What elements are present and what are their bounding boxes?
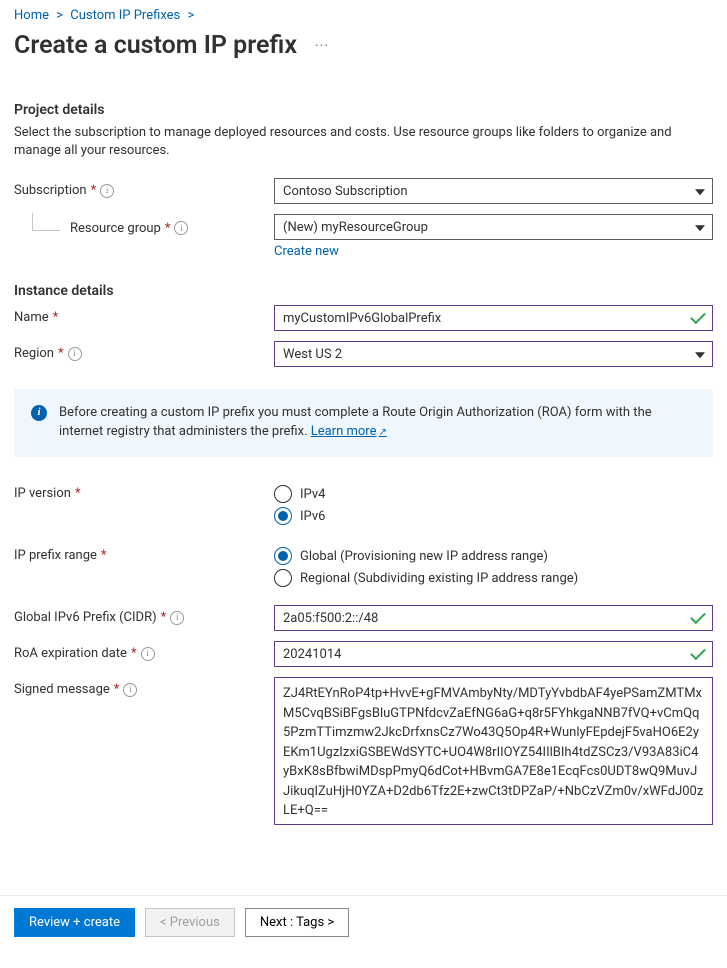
info-icon[interactable]: i <box>174 221 188 235</box>
resource-group-label: Resource group <box>70 221 161 236</box>
info-icon[interactable]: i <box>123 683 137 697</box>
breadcrumb: Home > Custom IP Prefixes > <box>14 6 713 27</box>
roa-callout: i Before creating a custom IP prefix you… <box>14 389 713 457</box>
regional-range-radio-label: Regional (Subdividing existing IP addres… <box>300 571 578 586</box>
name-label: Name <box>14 310 49 325</box>
wizard-footer: Review + create < Previous Next : Tags > <box>0 895 727 949</box>
resource-group-select[interactable]: (New) myResourceGroup <box>274 214 713 240</box>
more-menu-icon[interactable]: ··· <box>315 38 329 54</box>
global-range-radio[interactable] <box>274 547 292 565</box>
region-label: Region <box>14 346 54 361</box>
tree-indent-icon <box>32 213 60 231</box>
subscription-label: Subscription <box>14 183 87 198</box>
regional-range-radio[interactable] <box>274 569 292 587</box>
roa-expiration-label: RoA expiration date <box>14 646 127 661</box>
info-icon: i <box>31 405 47 421</box>
project-details-header: Project details <box>14 102 713 118</box>
ip-version-label: IP version <box>14 486 71 501</box>
subscription-select[interactable]: Contoso Subscription <box>274 178 713 204</box>
instance-details-header: Instance details <box>14 283 713 299</box>
external-link-icon: ↗ <box>377 427 387 438</box>
ipv6-radio-label: IPv6 <box>300 509 325 524</box>
info-icon[interactable]: i <box>100 184 114 198</box>
info-icon[interactable]: i <box>170 611 184 625</box>
next-button[interactable]: Next : Tags > <box>245 908 349 937</box>
learn-more-link[interactable]: Learn more↗ <box>311 424 387 439</box>
chevron-right-icon: > <box>183 8 198 23</box>
cidr-label: Global IPv6 Prefix (CIDR) <box>14 610 157 625</box>
signed-message-label: Signed message <box>14 682 110 697</box>
page-title: Create a custom IP prefix <box>14 31 297 60</box>
roa-expiration-input[interactable] <box>274 641 713 667</box>
create-new-rg-link[interactable]: Create new <box>274 244 339 259</box>
signed-message-textarea[interactable] <box>274 677 713 825</box>
previous-button: < Previous <box>145 908 235 937</box>
ipv4-radio[interactable] <box>274 485 292 503</box>
breadcrumb-custom-ip-prefixes[interactable]: Custom IP Prefixes <box>70 8 180 23</box>
ip-prefix-range-label: IP prefix range <box>14 548 97 563</box>
review-create-button[interactable]: Review + create <box>14 908 135 937</box>
chevron-right-icon: > <box>52 8 67 23</box>
ipv6-radio[interactable] <box>274 507 292 525</box>
cidr-input[interactable] <box>274 605 713 631</box>
ipv4-radio-label: IPv4 <box>300 487 325 502</box>
project-details-desc: Select the subscription to manage deploy… <box>14 124 713 160</box>
info-icon[interactable]: i <box>68 347 82 361</box>
region-select[interactable]: West US 2 <box>274 341 713 367</box>
info-icon[interactable]: i <box>141 647 155 661</box>
name-input[interactable] <box>274 305 713 331</box>
breadcrumb-home[interactable]: Home <box>14 8 49 23</box>
global-range-radio-label: Global (Provisioning new IP address rang… <box>300 549 548 564</box>
